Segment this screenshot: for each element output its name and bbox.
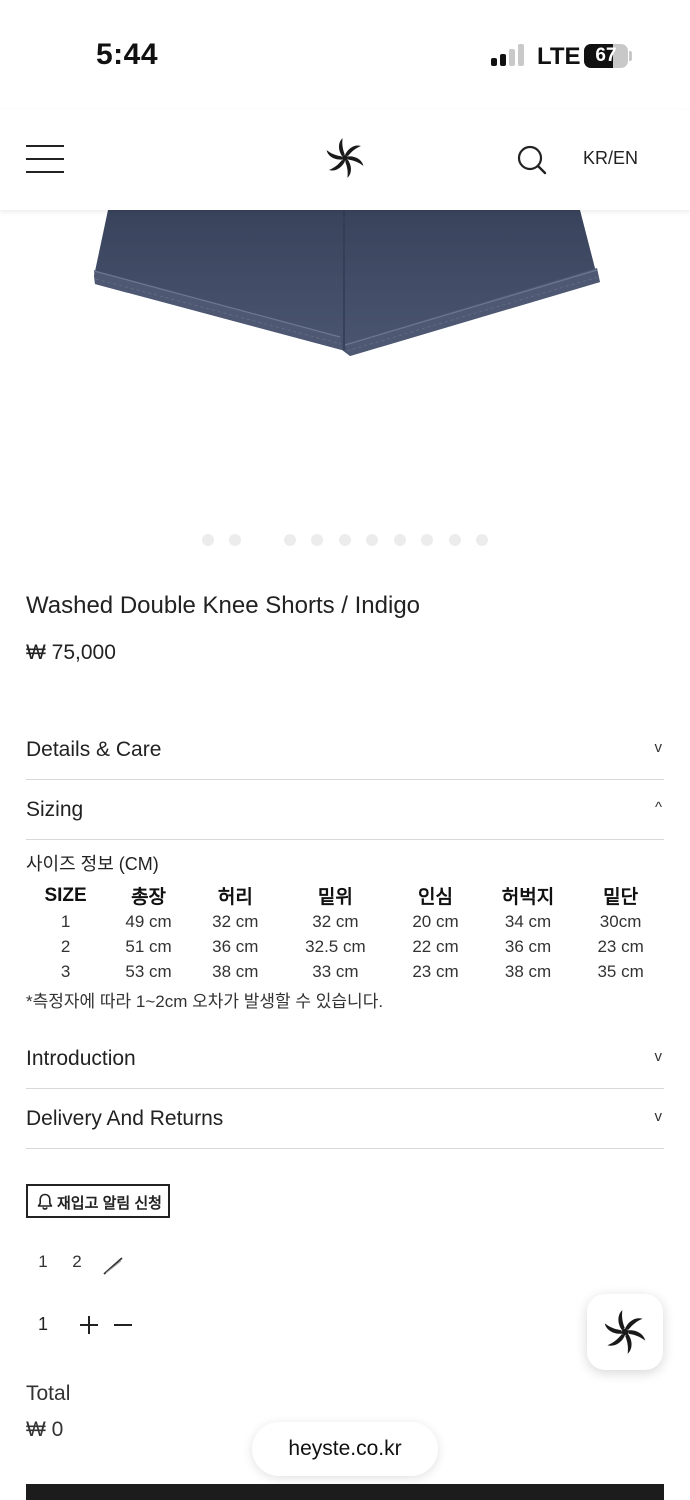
chevron-down-icon: v [654,739,663,756]
product-price: ₩ 75,000 [26,641,116,664]
product-image[interactable] [0,210,690,520]
restock-alert-label: 재입고 알림 신청 [57,1195,162,1212]
size-option-2[interactable]: 2 [64,1252,90,1272]
chevron-down-icon: v [654,1048,663,1065]
quantity-value[interactable]: 1 [38,1314,48,1335]
table-cell: 22 cm [412,936,459,956]
status-bar: 5:44 LTE 67 [0,0,690,110]
site-header: KR/EN [0,110,690,210]
battery-level: 67 [595,45,617,66]
gallery-dot[interactable] [202,534,214,546]
battery-icon: 67 [584,44,628,68]
restock-alert-button[interactable]: 재입고 알림 신청 [26,1184,170,1218]
table-cell: 33 cm [312,961,359,981]
table-cell: 23 cm [597,936,644,956]
search-icon[interactable] [517,145,547,175]
table-cell: 3 [60,961,71,981]
size-note: *측정자에 따라 1~2cm 오차가 발생할 수 있습니다. [26,992,384,1011]
size-table-header: 허벅지 [501,887,555,908]
signal-icon [491,44,525,66]
gallery-dot[interactable] [284,534,296,546]
size-option-1[interactable]: 1 [30,1252,56,1272]
battery-tip [629,51,632,61]
size-table-header-row: SIZE 총장 허리 밑위 인심 허벅지 밑단 [26,882,664,909]
table-row: 1 49 cm 32 cm 32 cm 20 cm 34 cm 30cm [26,909,664,934]
gallery-pagination [0,532,690,548]
accordion-label: Sizing [26,798,84,821]
size-option-3-soldout[interactable] [100,1252,126,1278]
gallery-dot[interactable] [339,534,351,546]
size-info-heading: 사이즈 정보 (CM) [26,854,159,874]
table-cell: 51 cm [125,936,172,956]
gallery-dot[interactable] [394,534,406,546]
accordion-label: Introduction [26,1047,136,1070]
table-cell: 32.5 cm [305,936,366,956]
size-table-header: 밑단 [603,887,639,908]
accordion-label: Details & Care [26,738,162,761]
chevron-up-icon: ^ [654,799,662,816]
table-cell: 20 cm [412,911,459,931]
table-cell: 36 cm [212,936,259,956]
quantity-stepper: 1 [26,1310,146,1340]
accordion-introduction[interactable]: Introduction v [26,1029,664,1089]
table-cell: 36 cm [504,936,552,956]
table-cell: 32 cm [312,911,359,931]
table-cell: 53 cm [125,961,172,981]
table-cell: 30cm [599,911,642,931]
chevron-down-icon: v [654,1108,663,1125]
gallery-dot[interactable] [449,534,461,546]
table-cell: 35 cm [597,961,644,981]
network-type: LTE [537,43,581,70]
buy-button[interactable] [26,1484,664,1500]
total-label: Total [26,1382,71,1405]
pinwheel-logo-icon[interactable] [325,138,365,178]
product-title: Washed Double Knee Shorts / Indigo [26,592,421,619]
table-cell: 49 cm [125,911,172,931]
pinwheel-logo-icon [604,1310,646,1354]
status-time: 5:44 [96,38,159,71]
table-row: 3 53 cm 38 cm 33 cm 23 cm 38 cm 35 cm [26,959,664,984]
size-table-header: SIZE [44,884,87,906]
size-table: SIZE 총장 허리 밑위 인심 허벅지 밑단 1 49 cm 32 cm 32… [26,882,664,984]
size-table-header: 밑위 [317,887,353,908]
gallery-dot[interactable] [366,534,378,546]
bell-icon [37,1193,53,1210]
gallery-dot[interactable] [476,534,488,546]
table-cell: 38 cm [212,961,259,981]
total-value: ₩ 0 [26,1418,64,1441]
floating-chat-button[interactable] [587,1294,663,1370]
size-table-header: 인심 [418,887,453,908]
table-cell: 38 cm [504,961,552,981]
table-cell: 23 cm [412,961,459,981]
size-table-header: 총장 [131,887,167,908]
accordion-details-care[interactable]: Details & Care v [26,720,664,780]
gallery-dot[interactable] [229,534,241,546]
accordion-delivery-returns[interactable]: Delivery And Returns v [26,1089,664,1149]
table-cell: 2 [60,936,71,956]
language-toggle[interactable]: KR/EN [583,148,638,169]
browser-url-bar[interactable]: heyste.co.kr [252,1422,438,1476]
table-cell: 34 cm [504,911,552,931]
plus-icon[interactable] [78,1314,100,1336]
accordion-label: Delivery And Returns [26,1107,224,1130]
gallery-dot[interactable] [311,534,323,546]
table-cell: 32 cm [212,911,259,931]
size-table-header: 허리 [217,887,253,908]
hamburger-menu-icon[interactable] [26,145,64,173]
accordion-sizing[interactable]: Sizing ^ [26,780,664,840]
gallery-dot[interactable] [421,534,433,546]
table-cell: 1 [60,911,71,931]
minus-icon[interactable] [112,1314,134,1336]
table-row: 2 51 cm 36 cm 32.5 cm 22 cm 36 cm 23 cm [26,934,664,959]
